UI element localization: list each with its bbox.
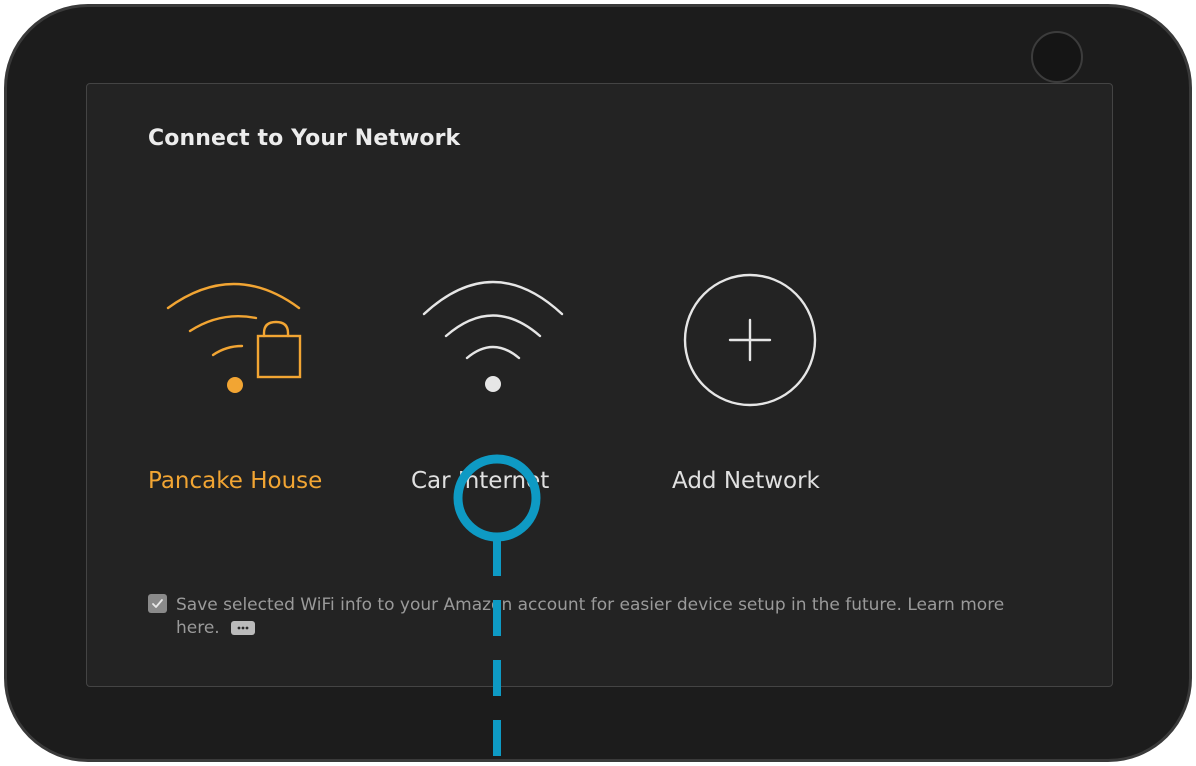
checkmark-icon	[152, 599, 163, 608]
learn-more-link[interactable]: here.	[176, 618, 220, 638]
save-wifi-text: Save selected WiFi info to your Amazon a…	[176, 594, 1056, 640]
save-wifi-label: Save selected WiFi info to your Amazon a…	[176, 595, 1005, 615]
network-label: Add Network	[672, 468, 820, 494]
plus-circle-icon	[683, 273, 817, 407]
save-wifi-checkbox[interactable]	[148, 594, 167, 613]
more-dots-icon[interactable]	[231, 621, 256, 635]
